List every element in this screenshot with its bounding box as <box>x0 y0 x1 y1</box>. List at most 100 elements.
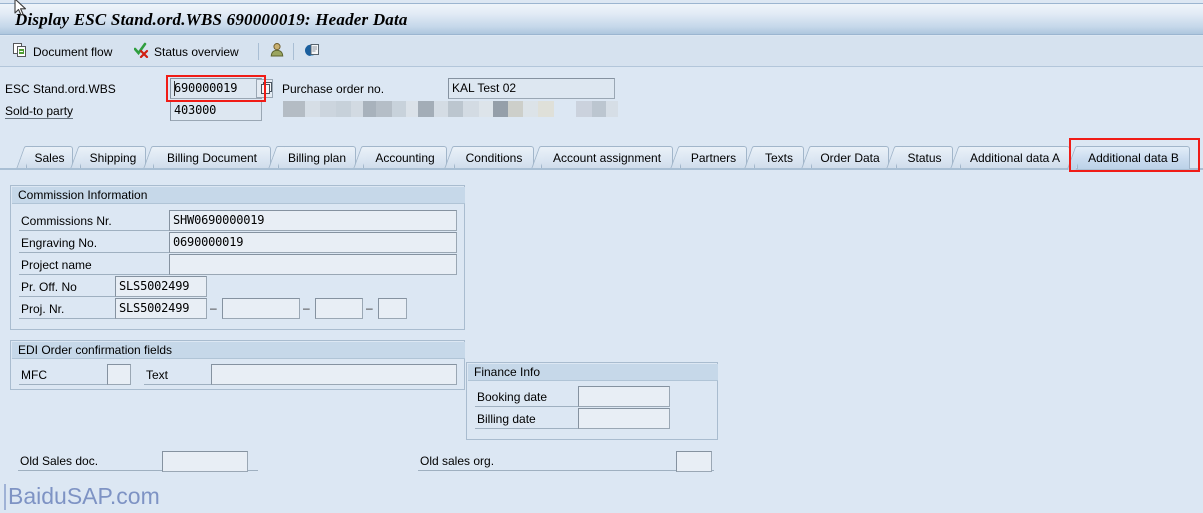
booking-date-input[interactable] <box>578 386 670 407</box>
proj-nr-input-1[interactable]: SLS5002499 <box>115 298 207 319</box>
esc-stand-ord-wbs-input[interactable]: 690000019 <box>170 78 262 99</box>
label-rule <box>19 274 169 275</box>
tab-status[interactable]: Status <box>885 146 953 170</box>
commissions-nr-label: Commissions Nr. <box>21 214 112 228</box>
billing-date-input[interactable] <box>578 408 670 429</box>
label-rule <box>19 318 116 319</box>
application-toolbar: Document flow Status overview <box>0 36 1203 67</box>
mouse-cursor-icon <box>14 0 27 16</box>
status-overview-label: Status overview <box>154 44 239 59</box>
sold-to-party-label: Sold-to party <box>5 104 74 119</box>
proj-nr-input-3[interactable] <box>315 298 363 319</box>
tab-label: Billing Document <box>166 151 258 165</box>
partner-person-icon <box>269 42 285 61</box>
label-rule <box>19 384 109 385</box>
tab-account-assignment[interactable]: Account assignment <box>530 146 673 170</box>
tab-label: Sales <box>34 151 65 165</box>
document-flow-label: Document flow <box>33 44 113 59</box>
proj-nr-separator-1: – <box>210 301 217 315</box>
edi-order-confirmation-title: EDI Order confirmation fields <box>12 342 465 359</box>
tab-label: Conditions <box>465 151 523 165</box>
label-rule <box>418 470 714 471</box>
page-title: Display ESC Stand.ord.WBS 690000019: Hea… <box>15 10 408 29</box>
tab-billing-document[interactable]: Billing Document <box>142 146 271 170</box>
old-sales-doc-input[interactable] <box>162 451 248 472</box>
proj-nr-separator-2: – <box>303 301 310 315</box>
billing-date-label: Billing date <box>477 412 536 426</box>
old-sales-org-input[interactable] <box>676 451 712 472</box>
tab-label: Accounting <box>375 151 435 165</box>
proj-nr-label: Proj. Nr. <box>21 302 65 316</box>
document-flow-icon <box>13 42 29 61</box>
tab-label: Shipping <box>89 151 137 165</box>
header-fields-area: ESC Stand.ord.WBS 690000019 Purchase ord… <box>0 68 1203 136</box>
status-overview-button[interactable]: Status overview <box>131 41 242 62</box>
text-caret <box>174 81 175 96</box>
proj-nr-input-4[interactable] <box>378 298 407 319</box>
matchcode-button[interactable] <box>256 79 273 98</box>
tab-content-additional-data-b: Commission Information Commissions Nr. S… <box>0 170 1203 513</box>
sap-gui-screen: Display ESC Stand.ord.WBS 690000019: Hea… <box>0 0 1203 513</box>
sold-to-party-input[interactable]: 403000 <box>170 100 262 121</box>
project-name-input[interactable] <box>169 254 457 275</box>
tab-additional-data-b[interactable]: Additional data B <box>1066 146 1190 170</box>
label-rule <box>19 230 169 231</box>
status-overview-icon <box>133 42 150 61</box>
tab-label: Billing plan <box>287 151 347 165</box>
watermark-text: BaiduSAP.com <box>8 483 160 509</box>
tab-sales[interactable]: Sales <box>15 146 73 170</box>
tab-label: Order Data <box>820 151 880 165</box>
label-rule <box>144 384 214 385</box>
purchase-order-no-input[interactable]: KAL Test 02 <box>448 78 615 99</box>
mfc-input[interactable] <box>107 364 131 385</box>
finance-info-title: Finance Info <box>468 364 718 381</box>
toolbar-separator <box>258 43 259 60</box>
tab-label: Additional data A <box>969 151 1061 165</box>
text-label: Text <box>146 368 169 382</box>
tab-label: Account assignment <box>552 151 662 165</box>
tab-order-data[interactable]: Order Data <box>800 146 889 170</box>
tab-texts[interactable]: Texts <box>743 146 804 170</box>
tab-additional-data-a[interactable]: Additional data A <box>949 146 1070 170</box>
tab-billing-plan[interactable]: Billing plan <box>267 146 356 170</box>
finance-info-group: Finance Info Booking date Billing date <box>466 362 718 440</box>
tab-label: Additional data B <box>1088 151 1179 165</box>
partner-button[interactable] <box>266 41 292 62</box>
old-sales-doc-label: Old Sales doc. <box>20 454 99 468</box>
window-title-bar: Display ESC Stand.ord.WBS 690000019: Hea… <box>0 3 1203 35</box>
tab-shipping[interactable]: Shipping <box>69 146 146 170</box>
tab-partners[interactable]: Partners <box>669 146 747 170</box>
proj-nr-separator-3: – <box>366 301 373 315</box>
purchase-order-no-label: Purchase order no. <box>282 82 385 96</box>
display-document-icon <box>304 42 320 61</box>
commission-information-title: Commission Information <box>12 187 465 204</box>
label-rule <box>19 296 116 297</box>
label-rule <box>475 428 580 429</box>
proj-nr-input-2[interactable] <box>222 298 300 319</box>
engraving-no-input[interactable]: 0690000019 <box>169 232 457 253</box>
esc-stand-ord-wbs-label: ESC Stand.ord.WBS <box>5 82 116 96</box>
display-document-button[interactable] <box>301 41 327 62</box>
tab-label: Texts <box>764 151 793 165</box>
project-name-label: Project name <box>21 258 92 272</box>
label-rule <box>475 406 580 407</box>
tab-conditions[interactable]: Conditions <box>443 146 534 170</box>
mfc-label: MFC <box>21 368 47 382</box>
edi-order-confirmation-group: EDI Order confirmation fields MFC Text <box>10 340 465 390</box>
engraving-no-label: Engraving No. <box>21 236 98 250</box>
label-rule <box>19 252 169 253</box>
text-input[interactable] <box>211 364 457 385</box>
tab-label: Partners <box>690 151 737 165</box>
pr-off-no-input[interactable]: SLS5002499 <box>115 276 207 297</box>
pr-off-no-label: Pr. Off. No <box>21 280 77 294</box>
document-flow-button[interactable]: Document flow <box>10 41 115 62</box>
tab-accounting[interactable]: Accounting <box>352 146 447 170</box>
old-sales-org-label: Old sales org. <box>420 454 495 468</box>
tab-strip: Sales Shipping Billing Document Billing … <box>0 143 1203 170</box>
watermark-bar <box>4 484 6 510</box>
sold-to-party-name-redacted <box>283 101 618 117</box>
tab-label: Status <box>907 151 942 165</box>
commission-information-group: Commission Information Commissions Nr. S… <box>10 185 465 330</box>
commissions-nr-input[interactable]: SHW0690000019 <box>169 210 457 231</box>
booking-date-label: Booking date <box>477 390 548 404</box>
